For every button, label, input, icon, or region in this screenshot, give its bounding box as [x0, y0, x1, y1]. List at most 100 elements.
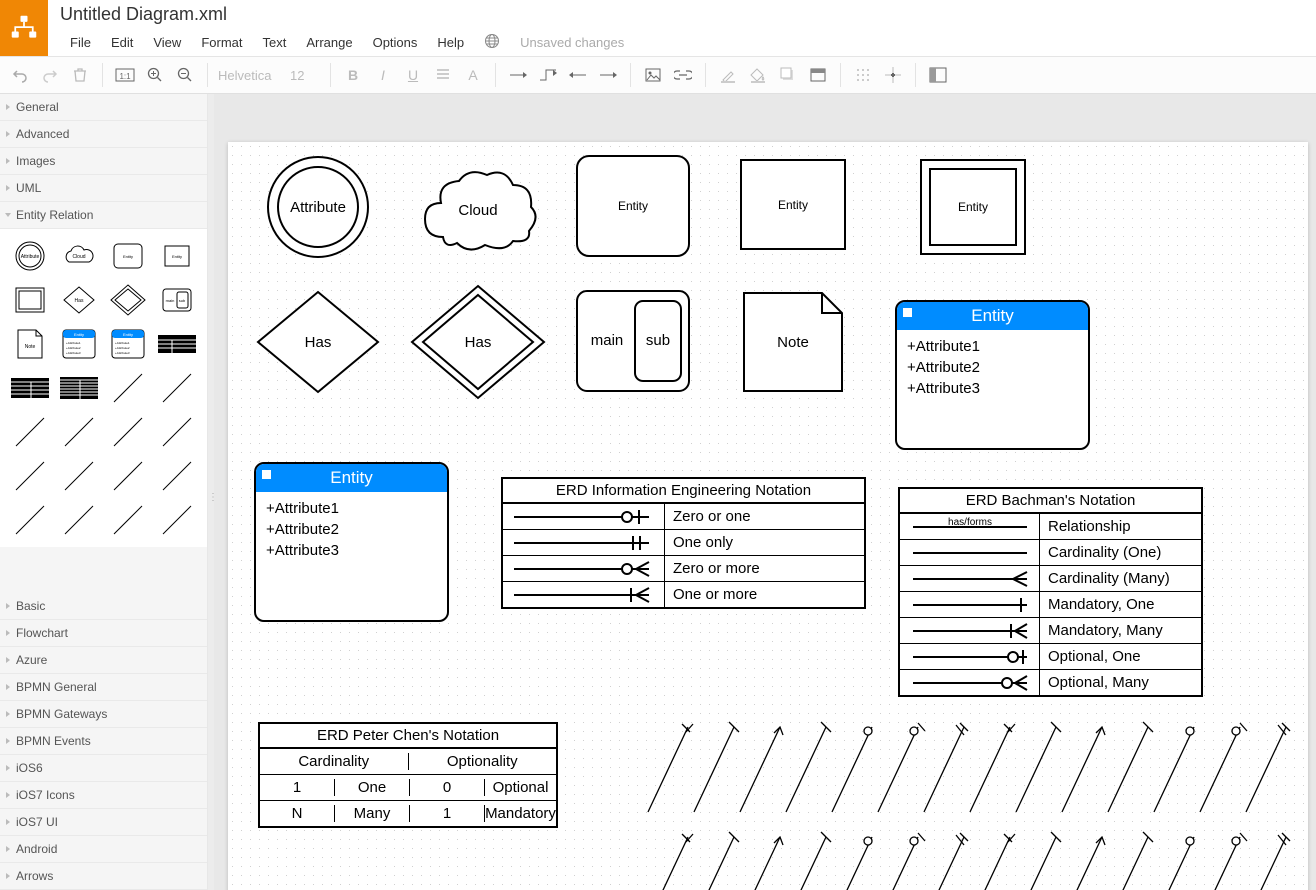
palette-bpmn-general[interactable]: BPMN General — [0, 674, 207, 701]
palette-entity-relation[interactable]: Entity Relation — [0, 202, 207, 229]
palette-ios6[interactable]: iOS6 — [0, 755, 207, 782]
menu-help[interactable]: Help — [427, 31, 474, 54]
shape-attribute[interactable]: Attribute — [8, 237, 51, 275]
outline-button[interactable] — [924, 61, 952, 89]
menu-arrange[interactable]: Arrange — [296, 31, 362, 54]
shape-line-9[interactable] — [107, 457, 150, 495]
palette-bpmn-gateways[interactable]: BPMN Gateways — [0, 701, 207, 728]
actual-size-button[interactable]: 1:1 — [111, 61, 139, 89]
align-button[interactable] — [429, 61, 457, 89]
fill-color-button[interactable] — [744, 61, 772, 89]
shape-bach-table[interactable] — [57, 369, 100, 407]
palette-flowchart[interactable]: Flowchart — [0, 620, 207, 647]
ie-notation-table[interactable]: ERD Information Engineering Notation Zer… — [501, 477, 866, 609]
font-family-field[interactable] — [216, 67, 286, 84]
line-end-button[interactable] — [594, 61, 622, 89]
shape-entity-table-blue2[interactable]: Entity+Attribute1+Attribute2+Attribute3 — [107, 325, 150, 363]
palette-android[interactable]: Android — [0, 836, 207, 863]
shape-note[interactable]: Note — [8, 325, 51, 363]
shape-line-1[interactable] — [107, 369, 150, 407]
gradient-button[interactable] — [804, 61, 832, 89]
canvas-area[interactable]: Attribute Cloud Entity Entity Ent — [214, 94, 1316, 890]
line-start-button[interactable] — [564, 61, 592, 89]
note-shape[interactable]: Note — [738, 287, 848, 397]
app-logo[interactable] — [0, 0, 48, 56]
shape-has[interactable]: Has — [57, 281, 100, 319]
entity-table-1[interactable]: Entity +Attribute1 +Attribute2 +Attribut… — [895, 300, 1090, 450]
italic-button[interactable]: I — [369, 61, 397, 89]
shape-entity-rounded[interactable]: Entity — [107, 237, 150, 275]
entity-table-2[interactable]: Entity +Attribute1 +Attribute2 +Attribut… — [254, 462, 449, 622]
palette-azure[interactable]: Azure — [0, 647, 207, 674]
shape-main-sub[interactable]: mainsub — [156, 281, 199, 319]
shape-line-8[interactable] — [57, 457, 100, 495]
document-title[interactable]: Untitled Diagram.xml — [60, 0, 634, 25]
entity-rect-shape[interactable]: Entity — [738, 157, 848, 252]
connector-lines-2[interactable] — [628, 827, 1308, 890]
entity-rounded-shape[interactable]: Entity — [573, 152, 693, 260]
palette-bpmn-events[interactable]: BPMN Events — [0, 728, 207, 755]
grid-dots-button[interactable] — [849, 61, 877, 89]
shape-line-6[interactable] — [156, 413, 199, 451]
attribute-shape[interactable]: Attribute — [258, 152, 378, 262]
shape-has-double[interactable] — [107, 281, 150, 319]
diagram-page[interactable]: Attribute Cloud Entity Entity Ent — [228, 142, 1308, 890]
palette-uml[interactable]: UML — [0, 175, 207, 202]
waypoint-button[interactable] — [534, 61, 562, 89]
shape-line-7[interactable] — [8, 457, 51, 495]
palette-images[interactable]: Images — [0, 148, 207, 175]
shape-line-3[interactable] — [8, 413, 51, 451]
shape-table-dark[interactable] — [156, 325, 199, 363]
menu-format[interactable]: Format — [191, 31, 252, 54]
zoom-out-button[interactable] — [171, 61, 199, 89]
has-shape[interactable]: Has — [253, 287, 383, 397]
underline-button[interactable]: U — [399, 61, 427, 89]
shape-entity-double[interactable] — [8, 281, 51, 319]
shape-line-13[interactable] — [107, 501, 150, 539]
shape-cloud[interactable]: Cloud — [57, 237, 100, 275]
shape-ie-table[interactable] — [8, 369, 51, 407]
palette-ios7-ui[interactable]: iOS7 UI — [0, 809, 207, 836]
shape-entity-rect[interactable]: Entity — [156, 237, 199, 275]
shape-line-2[interactable] — [156, 369, 199, 407]
has-double-shape[interactable]: Has — [408, 282, 548, 402]
palette-arrows[interactable]: Arrows — [0, 863, 207, 890]
zoom-in-button[interactable] — [141, 61, 169, 89]
palette-general[interactable]: General — [0, 94, 207, 121]
menu-file[interactable]: File — [60, 31, 101, 54]
font-color-button[interactable]: A — [459, 61, 487, 89]
chen-notation-table[interactable]: ERD Peter Chen's Notation Cardinality Op… — [258, 722, 558, 828]
bachman-notation-table[interactable]: ERD Bachman's Notation has/formsRelation… — [898, 487, 1203, 697]
guides-button[interactable] — [879, 61, 907, 89]
menu-view[interactable]: View — [143, 31, 191, 54]
shape-line-12[interactable] — [57, 501, 100, 539]
connection-button[interactable] — [504, 61, 532, 89]
insert-link-button[interactable] — [669, 61, 697, 89]
palette-ios7-icons[interactable]: iOS7 Icons — [0, 782, 207, 809]
insert-image-button[interactable] — [639, 61, 667, 89]
main-sub-shape[interactable]: main sub — [573, 287, 693, 395]
menu-edit[interactable]: Edit — [101, 31, 143, 54]
line-color-button[interactable] — [714, 61, 742, 89]
menu-text[interactable]: Text — [252, 31, 296, 54]
shape-line-10[interactable] — [156, 457, 199, 495]
shape-line-5[interactable] — [107, 413, 150, 451]
palette-basic[interactable]: Basic — [0, 593, 207, 620]
shape-line-14[interactable] — [156, 501, 199, 539]
shape-entity-table-blue[interactable]: Entity+Attribute1+Attribute2+Attribute3 — [57, 325, 100, 363]
redo-button[interactable] — [36, 61, 64, 89]
bold-button[interactable]: B — [339, 61, 367, 89]
shadow-button[interactable] — [774, 61, 802, 89]
svg-text:Entity: Entity — [123, 332, 133, 337]
undo-button[interactable] — [6, 61, 34, 89]
font-size-field[interactable] — [288, 67, 322, 84]
palette-advanced[interactable]: Advanced — [0, 121, 207, 148]
shape-line-11[interactable] — [8, 501, 51, 539]
cloud-shape[interactable]: Cloud — [413, 157, 543, 257]
menu-options[interactable]: Options — [363, 31, 428, 54]
language-icon[interactable] — [474, 29, 510, 56]
shape-line-4[interactable] — [57, 413, 100, 451]
delete-button[interactable] — [66, 61, 94, 89]
connector-lines[interactable] — [628, 717, 1308, 837]
entity-double-shape[interactable]: Entity — [918, 157, 1028, 257]
